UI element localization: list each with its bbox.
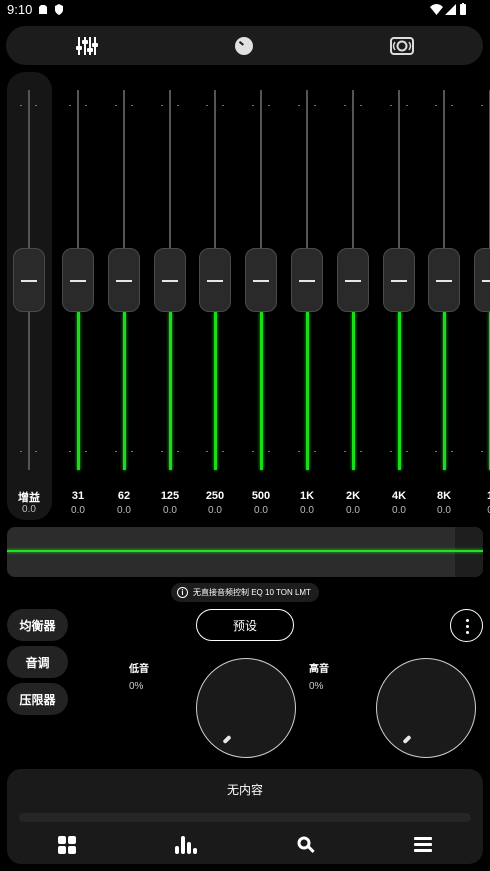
band-label: 1K bbox=[299, 490, 315, 502]
equalizer-sliders-icon bbox=[76, 36, 98, 55]
band-value: 0 bbox=[470, 505, 490, 516]
eq-curve bbox=[7, 550, 483, 552]
treble-value: 0% bbox=[309, 681, 324, 692]
band-knob[interactable] bbox=[62, 248, 94, 312]
tone-button[interactable]: 音调 bbox=[7, 646, 68, 678]
player-panel: 无内容 bbox=[7, 769, 483, 864]
band-label: 125 bbox=[160, 490, 180, 502]
band-value: 0.0 bbox=[437, 505, 451, 516]
band-label: 250 bbox=[205, 490, 225, 502]
eq-response-graph bbox=[7, 527, 483, 577]
band-value: 0.0 bbox=[71, 505, 85, 516]
band-label: 2K bbox=[345, 490, 361, 502]
top-tab-bar bbox=[6, 26, 483, 65]
band-knob[interactable] bbox=[428, 248, 460, 312]
nav-queue-button[interactable] bbox=[403, 832, 443, 858]
band-level bbox=[77, 312, 80, 470]
band-knob[interactable] bbox=[108, 248, 140, 312]
band-knob[interactable] bbox=[337, 248, 369, 312]
band-level bbox=[352, 312, 355, 470]
band-level bbox=[398, 312, 401, 470]
status-time: 9:10 bbox=[7, 2, 33, 17]
band-label: 31 bbox=[71, 490, 85, 502]
gain-value: 0.0 bbox=[22, 504, 36, 515]
shield-icon bbox=[55, 4, 63, 15]
now-playing-title: 无内容 bbox=[226, 783, 263, 797]
band-label: 1 bbox=[470, 490, 490, 502]
signal-icon bbox=[445, 4, 456, 15]
gain-panel: 增益 0.0 bbox=[7, 72, 52, 520]
gain-label: 增益 bbox=[18, 492, 40, 504]
wifi-icon bbox=[430, 4, 443, 15]
tab-dial[interactable] bbox=[214, 26, 274, 65]
band-knob[interactable] bbox=[245, 248, 277, 312]
nav-visualizer-button[interactable] bbox=[166, 832, 206, 858]
band-value: 0.0 bbox=[254, 505, 268, 516]
band-value: 0.0 bbox=[208, 505, 222, 516]
dial-icon bbox=[235, 36, 253, 55]
band-level bbox=[123, 312, 126, 470]
more-menu-button[interactable] bbox=[450, 609, 483, 642]
bass-label: 低音 bbox=[129, 664, 149, 675]
treble-dial[interactable] bbox=[376, 658, 476, 758]
band-value: 0.0 bbox=[300, 505, 314, 516]
info-text: 无直接音频控制 EQ 10 TON LMT bbox=[193, 588, 311, 597]
band-label: 8K bbox=[436, 490, 452, 502]
band-value: 0.0 bbox=[163, 505, 177, 516]
speaker-icon bbox=[390, 36, 414, 55]
band-knob[interactable] bbox=[474, 248, 490, 312]
band-value: 0.0 bbox=[117, 505, 131, 516]
treble-label: 高音 bbox=[309, 664, 329, 675]
band-knob[interactable] bbox=[383, 248, 415, 312]
preset-button[interactable]: 预设 bbox=[196, 609, 294, 641]
band-knob[interactable] bbox=[199, 248, 231, 312]
band-value: 0.0 bbox=[392, 505, 406, 516]
notification-icon bbox=[39, 5, 47, 14]
info-icon: i bbox=[177, 587, 188, 598]
band-value: 0.0 bbox=[346, 505, 360, 516]
tab-equalizer[interactable] bbox=[57, 26, 117, 65]
equalizer-button[interactable]: 均衡器 bbox=[7, 609, 68, 641]
tab-speaker[interactable] bbox=[372, 26, 432, 65]
band-level bbox=[306, 312, 309, 470]
band-level bbox=[169, 312, 172, 470]
limiter-button[interactable]: 压限器 bbox=[7, 683, 68, 715]
nav-search-button[interactable] bbox=[286, 832, 326, 858]
band-level bbox=[260, 312, 263, 470]
nav-library-button[interactable] bbox=[47, 832, 87, 858]
menu-list-icon bbox=[414, 837, 432, 852]
info-badge[interactable]: i 无直接音频控制 EQ 10 TON LMT bbox=[171, 583, 319, 602]
grid-icon bbox=[58, 836, 76, 854]
band-level bbox=[443, 312, 446, 470]
band-label: 62 bbox=[117, 490, 131, 502]
gain-knob[interactable] bbox=[13, 248, 45, 312]
band-knob[interactable] bbox=[154, 248, 186, 312]
bars-icon bbox=[175, 836, 197, 854]
band-knob[interactable] bbox=[291, 248, 323, 312]
search-icon bbox=[297, 836, 315, 853]
more-vert-icon bbox=[466, 619, 469, 622]
bass-value: 0% bbox=[129, 681, 144, 692]
progress-bar[interactable] bbox=[19, 813, 471, 822]
band-level bbox=[214, 312, 217, 470]
status-bar: 9:10 bbox=[0, 0, 490, 22]
band-label: 4K bbox=[391, 490, 407, 502]
battery-icon bbox=[460, 3, 466, 15]
bass-dial[interactable] bbox=[196, 658, 296, 758]
band-label: 500 bbox=[251, 490, 271, 502]
